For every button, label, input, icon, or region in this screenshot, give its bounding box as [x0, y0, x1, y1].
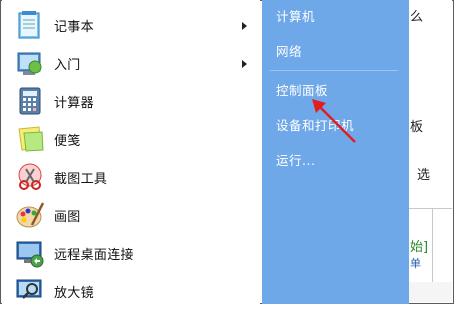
menu-item-label: 计算器 — [54, 96, 94, 111]
sticky-notes-icon — [18, 126, 44, 152]
right-pane-divider — [270, 70, 398, 71]
bg-text: 选 — [417, 168, 431, 183]
bg-text: 单 — [410, 257, 421, 270]
bg-text: 始] — [410, 240, 429, 255]
menu-item-label: 画图 — [54, 210, 81, 225]
menu-item-paint[interactable]: 画图 — [2, 197, 260, 234]
right-link-network[interactable]: 网络 — [276, 41, 302, 60]
menu-item-calculator[interactable]: 计算器 — [2, 83, 260, 120]
menu-item-getting-started[interactable]: 入门 — [2, 45, 260, 82]
paint-icon — [16, 202, 45, 228]
menu-item-label: 记事本 — [54, 20, 94, 35]
menu-item-label: 便笺 — [54, 134, 81, 149]
bg-status-bar — [409, 282, 452, 302]
calculator-icon — [19, 87, 41, 115]
remote-desktop-icon — [16, 241, 44, 268]
background-window: 么 板 选 始] 单 — [409, 0, 452, 302]
right-link-run[interactable]: 运行... — [276, 150, 315, 169]
notepad-icon — [18, 11, 40, 39]
start-menu-right-pane: 计算机 网络 控制面板 设备和打印机 运行... — [262, 0, 409, 304]
start-menu-programs: 记事本 入门 计算器 便笺 截图工具 画图 远程桌面连接 放大镜 — [2, 0, 260, 304]
magnifier-icon — [16, 279, 42, 299]
menu-item-notepad[interactable]: 记事本 — [2, 7, 260, 44]
menu-item-magnifier[interactable]: 放大镜 — [2, 273, 260, 310]
menu-item-label: 入门 — [54, 58, 81, 73]
getting-started-icon — [17, 52, 42, 75]
menu-item-label: 截图工具 — [54, 172, 108, 187]
bg-text: 板 — [410, 120, 424, 135]
right-link-computer[interactable]: 计算机 — [276, 6, 315, 25]
menu-item-label: 远程桌面连接 — [54, 248, 134, 263]
annotation-arrow-icon — [312, 99, 356, 143]
menu-item-sticky-notes[interactable]: 便笺 — [2, 121, 260, 158]
menu-item-label: 放大镜 — [54, 286, 94, 301]
submenu-arrow-icon — [242, 59, 247, 68]
bg-text: 么 — [410, 10, 424, 25]
bg-divider — [409, 208, 452, 209]
menu-item-snipping-tool[interactable]: 截图工具 — [2, 159, 260, 196]
menu-item-remote-desktop[interactable]: 远程桌面连接 — [2, 235, 260, 272]
submenu-arrow-icon — [242, 21, 247, 30]
snipping-tool-icon — [18, 163, 42, 190]
